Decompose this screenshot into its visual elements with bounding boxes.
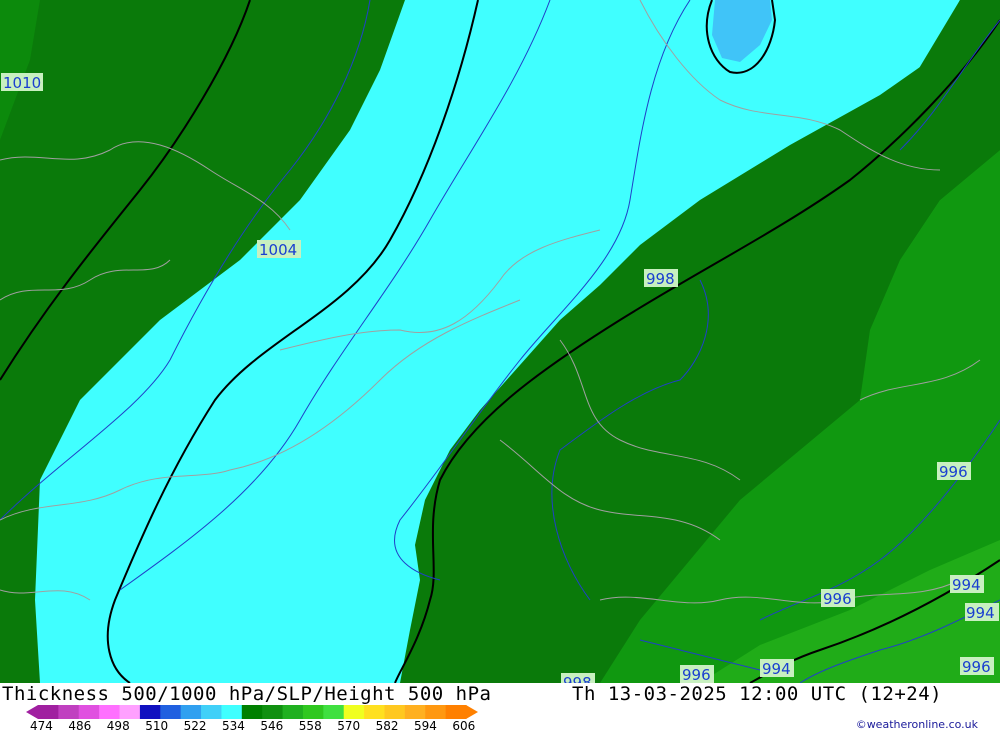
isobar-label-994-b: 994 [966, 604, 995, 622]
isobar-label-1010: 1010 [3, 74, 41, 92]
site-credit: ©weatheronline.co.uk [855, 718, 978, 731]
colorbar-segment [38, 705, 59, 719]
isobar-label-994-c: 994 [762, 660, 791, 678]
colorbar-segment [180, 705, 202, 719]
colorbar-segment [425, 705, 447, 719]
colorbar-segment [323, 705, 345, 719]
colorbar-segment [404, 705, 426, 719]
colorbar-segment [119, 705, 141, 719]
colorbar-segment [262, 705, 284, 719]
colorbar-segment [384, 705, 406, 719]
colorbar-segment [221, 705, 243, 719]
colorbar-tick-label: 546 [260, 719, 284, 733]
colorbar-tick-label: 534 [222, 719, 245, 733]
colorbar-segment [364, 705, 385, 719]
colorbar-arrow-right [466, 705, 478, 719]
colorbar-tick-label: 594 [414, 719, 437, 733]
map-title: Thickness 500/1000 hPa/SLP/Height 500 hP… [2, 683, 492, 705]
isobar-label-1004: 1004 [259, 241, 297, 259]
isobar-label-998-lower: 998 [563, 674, 592, 683]
colorbar-segment [445, 705, 467, 719]
colorbar-segment [201, 705, 222, 719]
colorbar-tick-labels: 474 486 498 510 522 534 546 558 570 582 594 606 [30, 719, 510, 733]
colorbar-segment [99, 705, 121, 719]
colorbar-tick-label: 570 [337, 719, 361, 733]
colorbar-arrow-left [26, 705, 38, 719]
colorbar-tick-label: 474 [30, 719, 53, 733]
isobar-label-996-d: 996 [962, 658, 991, 676]
isobar-label-998-upper: 998 [646, 270, 675, 288]
colorbar-tick-label: 606 [452, 719, 476, 733]
colorbar-segment [139, 705, 161, 719]
colorbar-segment [160, 705, 182, 719]
colorbar-segment [282, 705, 304, 719]
isobar-label-996-b: 996 [823, 590, 852, 608]
colorbar-segment [58, 705, 80, 719]
colorbar-segment [343, 705, 365, 719]
colorbar-tick-label: 582 [375, 719, 399, 733]
forecast-datetime: Th 13-03-2025 12:00 UTC (12+24) [572, 683, 943, 705]
thickness-map: 1010 1004 998 998 996 996 996 996 994 99… [0, 0, 1000, 683]
colorbar-tick-label: 510 [145, 719, 169, 733]
map-footer: Thickness 500/1000 hPa/SLP/Height 500 hP… [0, 683, 1000, 733]
isobar-label-996-a: 996 [939, 463, 968, 481]
colorbar-tick-label: 522 [183, 719, 207, 733]
colorbar-tick-label: 498 [106, 719, 130, 733]
isobar-label-994-a: 994 [952, 576, 981, 594]
colorbar-segment [302, 705, 324, 719]
isobar-label-996-c: 996 [682, 666, 711, 683]
colorbar-tick-label: 558 [298, 719, 322, 733]
thickness-colorbar [26, 705, 478, 719]
colorbar-segment [241, 705, 263, 719]
colorbar-segment [78, 705, 100, 719]
colorbar-tick-label: 486 [68, 719, 92, 733]
